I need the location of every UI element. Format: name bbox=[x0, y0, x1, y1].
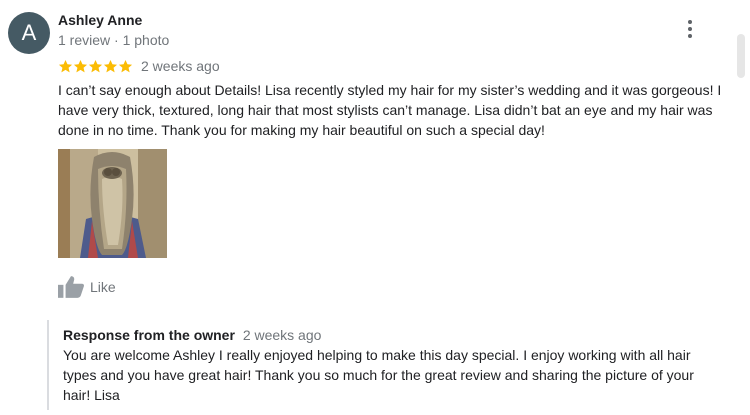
star-icon bbox=[118, 59, 133, 74]
reviewer-meta: 1 review · 1 photo bbox=[58, 32, 170, 48]
like-button[interactable]: Like bbox=[58, 276, 116, 298]
avatar-initial: A bbox=[21, 20, 37, 45]
more-vert-icon-dot bbox=[688, 27, 692, 31]
owner-response-title: Response from the owner bbox=[63, 327, 235, 343]
star-icon bbox=[73, 59, 88, 74]
reviewer-name[interactable]: Ashley Anne bbox=[58, 12, 142, 28]
owner-response-text: You are welcome Ashley I really enjoyed … bbox=[63, 347, 694, 403]
owner-response-header: Response from the owner 2 weeks ago bbox=[63, 327, 727, 343]
thumbs-up-icon bbox=[58, 276, 84, 298]
review-time: 2 weeks ago bbox=[141, 58, 220, 74]
rating-row: 2 weeks ago bbox=[58, 58, 220, 74]
like-label: Like bbox=[90, 279, 116, 295]
review-photo[interactable] bbox=[58, 149, 167, 258]
more-options-button[interactable] bbox=[680, 18, 700, 40]
star-icon bbox=[88, 59, 103, 74]
more-vert-icon bbox=[688, 20, 692, 24]
review-photo-image bbox=[58, 149, 167, 258]
star-icon bbox=[103, 59, 118, 74]
star-icon bbox=[58, 59, 73, 74]
owner-response: Response from the owner 2 weeks ago You … bbox=[47, 320, 727, 410]
avatar[interactable]: A bbox=[8, 12, 50, 54]
scrollbar[interactable] bbox=[737, 34, 745, 78]
star-rating bbox=[58, 59, 133, 74]
more-vert-icon-dot bbox=[688, 34, 692, 38]
review-text: I can’t say enough about Details! Lisa r… bbox=[58, 82, 722, 138]
owner-response-time: 2 weeks ago bbox=[242, 327, 322, 343]
